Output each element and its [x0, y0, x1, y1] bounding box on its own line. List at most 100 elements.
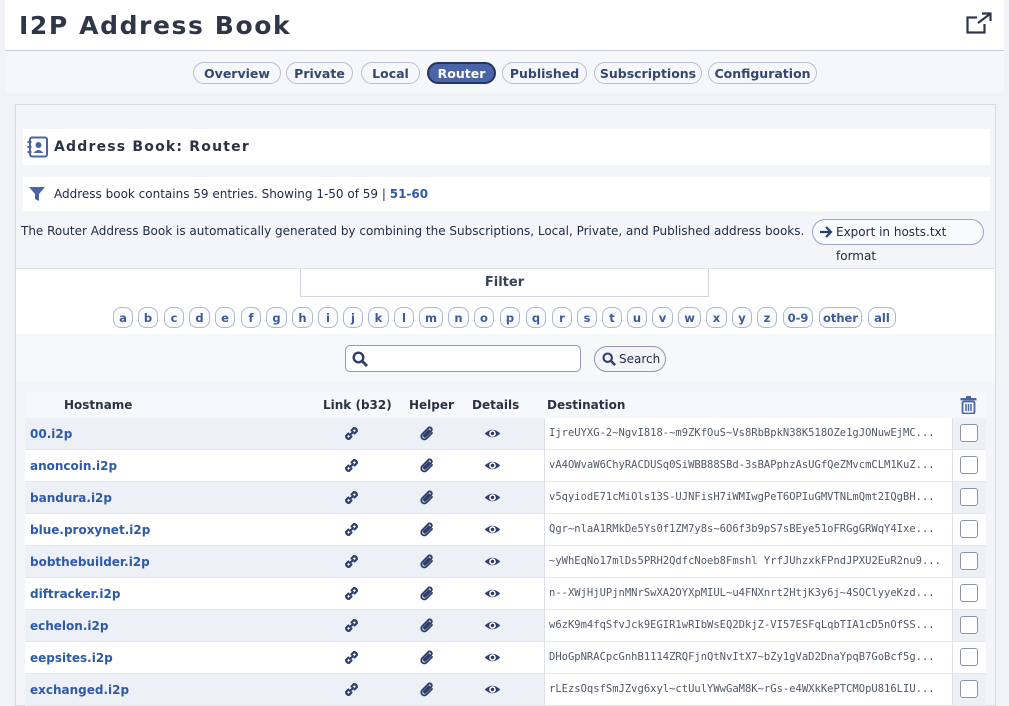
link-icon[interactable]	[343, 649, 360, 670]
filter-letter-r[interactable]: r	[552, 307, 572, 328]
link-icon[interactable]	[343, 425, 360, 446]
tab-overview[interactable]: Overview	[193, 62, 281, 84]
hostname-link[interactable]: diftracker.i2p	[30, 587, 120, 601]
link-icon[interactable]	[343, 553, 360, 574]
link-icon[interactable]	[343, 521, 360, 542]
destination-value: DHoGpNRACpcGnhB1114ZRQFjnQtNvItX7~bZy1gV…	[544, 642, 953, 673]
paperclip-icon[interactable]	[419, 617, 436, 638]
hostname-link[interactable]: echelon.i2p	[30, 619, 108, 633]
filter-letter-p[interactable]: p	[500, 307, 520, 328]
filter-letter-f[interactable]: f	[241, 307, 261, 328]
eye-icon[interactable]	[484, 585, 501, 606]
filter-letter-q[interactable]: q	[526, 307, 546, 328]
row-checkbox[interactable]	[960, 424, 978, 442]
row-checkbox[interactable]	[960, 616, 978, 634]
paperclip-icon[interactable]	[419, 585, 436, 606]
filter-letter-o[interactable]: o	[474, 307, 494, 328]
eye-icon[interactable]	[484, 649, 501, 670]
link-icon[interactable]	[343, 681, 360, 702]
row-checkbox[interactable]	[960, 488, 978, 506]
filter-letter-all[interactable]: all	[868, 307, 896, 328]
filter-letter-x[interactable]: x	[706, 307, 727, 328]
tab-local[interactable]: Local	[361, 62, 420, 84]
table-row: bandura.i2p v5qyiodE71cMiOls13S-UJNFisH7i…	[25, 482, 986, 514]
paperclip-icon[interactable]	[419, 553, 436, 574]
filter-letter-t[interactable]: t	[602, 307, 622, 328]
export-hosts-button[interactable]: Export in hosts.txt format	[812, 219, 984, 263]
next-page-link[interactable]: 51-60	[390, 187, 428, 201]
trash-icon[interactable]	[960, 396, 977, 414]
row-checkbox[interactable]	[960, 584, 978, 602]
destination-value: Qgr~nlaA1RMkDe5Ys0f1ZM7y8s~6O6f3b9pS7sBE…	[544, 514, 953, 545]
row-checkbox[interactable]	[960, 680, 978, 698]
filter-letter-k[interactable]: k	[368, 307, 389, 328]
row-checkbox[interactable]	[960, 552, 978, 570]
row-checkbox[interactable]	[960, 648, 978, 666]
filter-letter-n[interactable]: n	[448, 307, 469, 328]
filter-letter-l[interactable]: l	[394, 307, 414, 328]
table-row: eepsites.i2p DHoGpNRACpcGnhB1114ZRQFjnQtN…	[25, 642, 986, 674]
link-icon[interactable]	[343, 617, 360, 638]
eye-icon[interactable]	[484, 553, 501, 574]
filter-letter-z[interactable]: z	[757, 307, 777, 328]
tab-private[interactable]: Private	[286, 62, 353, 84]
arrow-right-icon	[820, 226, 833, 238]
table-header: Hostname Link (b32) Helper Details Desti…	[25, 392, 986, 419]
tab-router[interactable]: Router	[427, 62, 496, 84]
eye-icon[interactable]	[484, 617, 501, 638]
col-details: Details	[472, 398, 520, 412]
filter-letter-other[interactable]: other	[819, 307, 862, 328]
paperclip-icon[interactable]	[419, 521, 436, 542]
filter-letter-v[interactable]: v	[652, 307, 673, 328]
tab-subscriptions[interactable]: Subscriptions	[594, 62, 702, 84]
row-checkbox[interactable]	[960, 456, 978, 474]
filter-letter-a[interactable]: a	[113, 307, 133, 328]
destination-value: rLEzsOqsfSmJZvg6xyl~ctUulYWwGaM8K~rGs-e4…	[544, 674, 953, 705]
paperclip-icon[interactable]	[419, 649, 436, 670]
hostname-link[interactable]: anoncoin.i2p	[30, 459, 117, 473]
destination-value: v5qyiodE71cMiOls13S-UJNFisH7iWMIwgPeT6OP…	[544, 482, 953, 513]
filter-letter-u[interactable]: u	[627, 307, 647, 328]
filter-letter-y[interactable]: y	[732, 307, 752, 328]
tab-configuration[interactable]: Configuration	[708, 62, 817, 84]
tab-published[interactable]: Published	[502, 62, 587, 84]
eye-icon[interactable]	[484, 681, 501, 702]
eye-icon[interactable]	[484, 425, 501, 446]
filter-letter-m[interactable]: m	[419, 307, 443, 328]
eye-icon[interactable]	[484, 521, 501, 542]
hostname-link[interactable]: 00.i2p	[30, 427, 72, 441]
paperclip-icon[interactable]	[419, 489, 436, 510]
filter-letter-h[interactable]: h	[292, 307, 313, 328]
address-book-icon	[27, 136, 48, 158]
eye-icon[interactable]	[484, 457, 501, 478]
search-button[interactable]: Search	[594, 346, 666, 372]
filter-letter-g[interactable]: g	[266, 307, 287, 328]
hostname-link[interactable]: blue.proxynet.i2p	[30, 523, 150, 537]
search-input[interactable]	[345, 345, 581, 372]
eye-icon[interactable]	[484, 489, 501, 510]
entries-summary: Address book contains 59 entries. Showin…	[23, 177, 990, 211]
hostname-link[interactable]: exchanged.i2p	[30, 683, 129, 697]
paperclip-icon[interactable]	[419, 681, 436, 702]
hostname-link[interactable]: eepsites.i2p	[30, 651, 113, 665]
filter-letter-e[interactable]: e	[215, 307, 235, 328]
hostname-link[interactable]: bobthebuilder.i2p	[30, 555, 150, 569]
external-link-icon[interactable]	[966, 12, 992, 34]
row-checkbox[interactable]	[960, 520, 978, 538]
col-hostname: Hostname	[64, 398, 133, 412]
link-icon[interactable]	[343, 585, 360, 606]
filter-letter-d[interactable]: d	[189, 307, 210, 328]
filter-letter-0-9[interactable]: 0-9	[783, 307, 813, 328]
link-icon[interactable]	[343, 457, 360, 478]
filter-letter-b[interactable]: b	[138, 307, 158, 328]
filter-letter-i[interactable]: i	[318, 307, 338, 328]
filter-letter-s[interactable]: s	[577, 307, 597, 328]
filter-icon	[29, 187, 45, 201]
paperclip-icon[interactable]	[419, 457, 436, 478]
filter-letter-w[interactable]: w	[678, 307, 701, 328]
hostname-link[interactable]: bandura.i2p	[30, 491, 112, 505]
paperclip-icon[interactable]	[419, 425, 436, 446]
filter-letter-c[interactable]: c	[164, 307, 184, 328]
link-icon[interactable]	[343, 489, 360, 510]
filter-letter-j[interactable]: j	[343, 307, 363, 328]
